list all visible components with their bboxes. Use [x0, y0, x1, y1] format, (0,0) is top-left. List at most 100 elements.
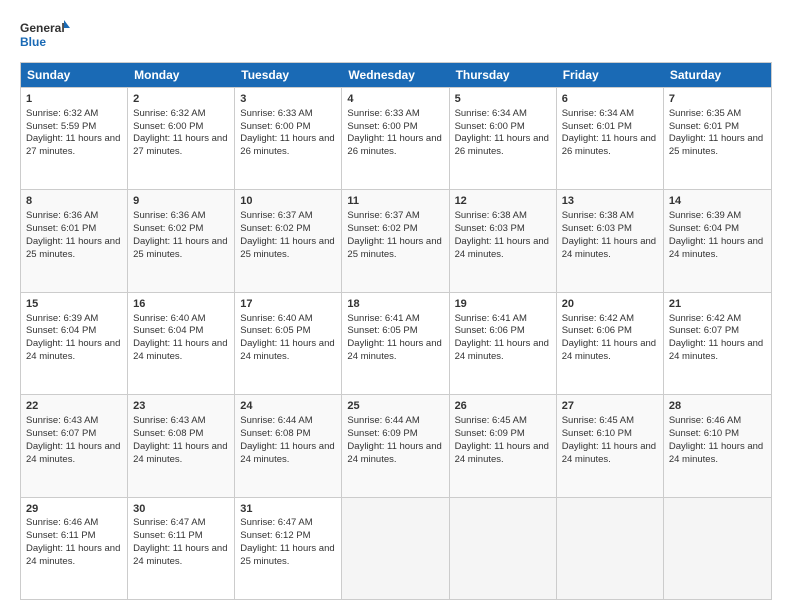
day-number: 27 — [562, 399, 658, 414]
sunset-label: Sunset: 6:02 PM — [240, 223, 310, 234]
header-day-tuesday: Tuesday — [235, 63, 342, 87]
sunrise-label: Sunrise: 6:42 AM — [669, 313, 741, 324]
day-number: 20 — [562, 297, 658, 312]
sunrise-label: Sunrise: 6:37 AM — [240, 210, 312, 221]
sunset-label: Sunset: 6:10 PM — [562, 428, 632, 439]
day-number: 16 — [133, 297, 229, 312]
day-number: 6 — [562, 92, 658, 107]
cal-cell: 1 Sunrise: 6:32 AM Sunset: 5:59 PM Dayli… — [21, 88, 128, 189]
sunset-label: Sunset: 6:03 PM — [562, 223, 632, 234]
sunrise-label: Sunrise: 6:44 AM — [240, 415, 312, 426]
cal-cell: 25 Sunrise: 6:44 AM Sunset: 6:09 PM Dayl… — [342, 395, 449, 496]
sunset-label: Sunset: 6:08 PM — [240, 428, 310, 439]
sunset-label: Sunset: 6:05 PM — [240, 325, 310, 336]
calendar-body: 1 Sunrise: 6:32 AM Sunset: 5:59 PM Dayli… — [21, 87, 771, 599]
sunset-label: Sunset: 6:03 PM — [455, 223, 525, 234]
header-day-saturday: Saturday — [664, 63, 771, 87]
day-number: 8 — [26, 194, 122, 209]
daylight-label: Daylight: 11 hours and 24 minutes. — [455, 441, 549, 465]
cal-cell: 10 Sunrise: 6:37 AM Sunset: 6:02 PM Dayl… — [235, 190, 342, 291]
sunset-label: Sunset: 6:06 PM — [455, 325, 525, 336]
daylight-label: Daylight: 11 hours and 24 minutes. — [455, 338, 549, 362]
daylight-label: Daylight: 11 hours and 24 minutes. — [562, 236, 656, 260]
header-day-monday: Monday — [128, 63, 235, 87]
cal-cell: 19 Sunrise: 6:41 AM Sunset: 6:06 PM Dayl… — [450, 293, 557, 394]
sunset-label: Sunset: 6:07 PM — [26, 428, 96, 439]
sunrise-label: Sunrise: 6:36 AM — [133, 210, 205, 221]
sunrise-label: Sunrise: 6:41 AM — [455, 313, 527, 324]
sunrise-label: Sunrise: 6:32 AM — [133, 108, 205, 119]
sunrise-label: Sunrise: 6:39 AM — [669, 210, 741, 221]
sunset-label: Sunset: 6:08 PM — [133, 428, 203, 439]
cal-cell: 4 Sunrise: 6:33 AM Sunset: 6:00 PM Dayli… — [342, 88, 449, 189]
daylight-label: Daylight: 11 hours and 24 minutes. — [669, 236, 763, 260]
header: General Blue — [20, 18, 772, 54]
sunset-label: Sunset: 6:11 PM — [133, 530, 203, 541]
daylight-label: Daylight: 11 hours and 24 minutes. — [347, 441, 441, 465]
header-day-wednesday: Wednesday — [342, 63, 449, 87]
sunrise-label: Sunrise: 6:39 AM — [26, 313, 98, 324]
sunrise-label: Sunrise: 6:45 AM — [455, 415, 527, 426]
day-number: 4 — [347, 92, 443, 107]
cal-cell: 24 Sunrise: 6:44 AM Sunset: 6:08 PM Dayl… — [235, 395, 342, 496]
sunset-label: Sunset: 6:02 PM — [133, 223, 203, 234]
daylight-label: Daylight: 11 hours and 26 minutes. — [347, 133, 441, 157]
sunrise-label: Sunrise: 6:42 AM — [562, 313, 634, 324]
sunset-label: Sunset: 6:06 PM — [562, 325, 632, 336]
daylight-label: Daylight: 11 hours and 24 minutes. — [669, 441, 763, 465]
cal-cell: 14 Sunrise: 6:39 AM Sunset: 6:04 PM Dayl… — [664, 190, 771, 291]
sunset-label: Sunset: 6:00 PM — [240, 121, 310, 132]
day-number: 11 — [347, 194, 443, 209]
day-number: 26 — [455, 399, 551, 414]
sunrise-label: Sunrise: 6:40 AM — [240, 313, 312, 324]
cal-cell: 2 Sunrise: 6:32 AM Sunset: 6:00 PM Dayli… — [128, 88, 235, 189]
header-day-friday: Friday — [557, 63, 664, 87]
day-number: 29 — [26, 502, 122, 517]
daylight-label: Daylight: 11 hours and 24 minutes. — [26, 441, 120, 465]
svg-text:General: General — [20, 21, 65, 35]
header-day-sunday: Sunday — [21, 63, 128, 87]
cal-cell: 21 Sunrise: 6:42 AM Sunset: 6:07 PM Dayl… — [664, 293, 771, 394]
daylight-label: Daylight: 11 hours and 25 minutes. — [669, 133, 763, 157]
day-number: 25 — [347, 399, 443, 414]
daylight-label: Daylight: 11 hours and 24 minutes. — [347, 338, 441, 362]
sunset-label: Sunset: 6:01 PM — [26, 223, 96, 234]
cal-cell: 16 Sunrise: 6:40 AM Sunset: 6:04 PM Dayl… — [128, 293, 235, 394]
day-number: 24 — [240, 399, 336, 414]
daylight-label: Daylight: 11 hours and 24 minutes. — [240, 441, 334, 465]
day-number: 13 — [562, 194, 658, 209]
cal-cell: 30 Sunrise: 6:47 AM Sunset: 6:11 PM Dayl… — [128, 498, 235, 599]
cal-cell: 5 Sunrise: 6:34 AM Sunset: 6:00 PM Dayli… — [450, 88, 557, 189]
sunrise-label: Sunrise: 6:33 AM — [347, 108, 419, 119]
cal-cell: 29 Sunrise: 6:46 AM Sunset: 6:11 PM Dayl… — [21, 498, 128, 599]
daylight-label: Daylight: 11 hours and 25 minutes. — [240, 543, 334, 567]
cal-cell — [450, 498, 557, 599]
daylight-label: Daylight: 11 hours and 24 minutes. — [26, 338, 120, 362]
cal-cell: 8 Sunrise: 6:36 AM Sunset: 6:01 PM Dayli… — [21, 190, 128, 291]
sunset-label: Sunset: 6:12 PM — [240, 530, 310, 541]
day-number: 12 — [455, 194, 551, 209]
sunset-label: Sunset: 6:00 PM — [347, 121, 417, 132]
cal-cell — [557, 498, 664, 599]
day-number: 2 — [133, 92, 229, 107]
cal-cell: 22 Sunrise: 6:43 AM Sunset: 6:07 PM Dayl… — [21, 395, 128, 496]
day-number: 18 — [347, 297, 443, 312]
sunrise-label: Sunrise: 6:35 AM — [669, 108, 741, 119]
sunrise-label: Sunrise: 6:43 AM — [26, 415, 98, 426]
daylight-label: Daylight: 11 hours and 25 minutes. — [240, 236, 334, 260]
sunrise-label: Sunrise: 6:47 AM — [133, 517, 205, 528]
logo-svg: General Blue — [20, 18, 70, 54]
day-number: 3 — [240, 92, 336, 107]
daylight-label: Daylight: 11 hours and 24 minutes. — [562, 441, 656, 465]
day-number: 7 — [669, 92, 766, 107]
cal-cell: 9 Sunrise: 6:36 AM Sunset: 6:02 PM Dayli… — [128, 190, 235, 291]
sunset-label: Sunset: 6:01 PM — [669, 121, 739, 132]
sunrise-label: Sunrise: 6:38 AM — [562, 210, 634, 221]
calendar-header: SundayMondayTuesdayWednesdayThursdayFrid… — [21, 63, 771, 87]
sunrise-label: Sunrise: 6:33 AM — [240, 108, 312, 119]
cal-cell: 3 Sunrise: 6:33 AM Sunset: 6:00 PM Dayli… — [235, 88, 342, 189]
week-row-4: 22 Sunrise: 6:43 AM Sunset: 6:07 PM Dayl… — [21, 394, 771, 496]
sunset-label: Sunset: 6:11 PM — [26, 530, 96, 541]
cal-cell — [664, 498, 771, 599]
cal-cell: 18 Sunrise: 6:41 AM Sunset: 6:05 PM Dayl… — [342, 293, 449, 394]
